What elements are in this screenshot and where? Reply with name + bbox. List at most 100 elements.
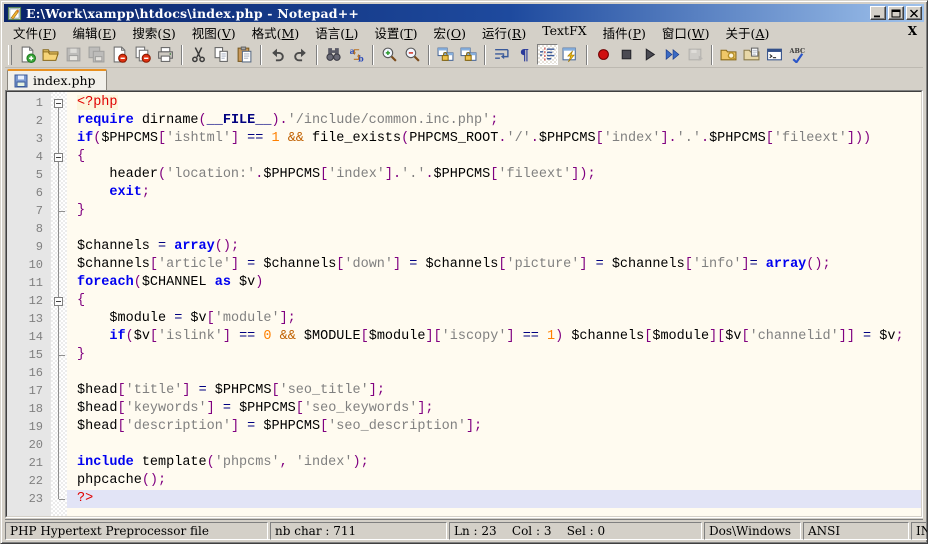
fold-marker	[51, 130, 67, 148]
open-icon	[42, 46, 59, 63]
replace-button[interactable]: ab	[346, 44, 367, 65]
fold-marker	[51, 238, 67, 256]
editor-line-15: 15}	[7, 346, 921, 364]
close-all-button[interactable]	[132, 44, 153, 65]
code-line-4[interactable]: {	[67, 148, 921, 166]
paste-button[interactable]	[234, 44, 255, 65]
save-all-button[interactable]	[86, 44, 107, 65]
show-indent-guide-button[interactable]	[537, 44, 558, 65]
toolbar-separator	[586, 45, 588, 65]
fold-marker[interactable]	[51, 292, 67, 310]
play-icon	[641, 46, 658, 63]
code-line-5[interactable]: header('location:'.$PHPCMS['index'].'.'.…	[67, 166, 921, 184]
menu-item-s[interactable]: 搜索(S)	[124, 22, 183, 43]
fold-marker	[51, 454, 67, 472]
minimize-button[interactable]	[870, 6, 886, 20]
code-line-2[interactable]: require dirname(__FILE__).'/include/comm…	[67, 112, 921, 130]
close-file-button[interactable]	[109, 44, 130, 65]
code-line-22[interactable]: phpcache();	[67, 472, 921, 490]
menu-item-o[interactable]: 宏(O)	[425, 22, 474, 43]
open-containing-folder-button[interactable]	[718, 44, 739, 65]
fold-marker[interactable]	[51, 94, 67, 112]
stop-macro-button[interactable]	[616, 44, 637, 65]
code-line-12[interactable]: {	[67, 292, 921, 310]
code-line-19[interactable]: $head['description'] = $PHPCMS['seo_desc…	[67, 418, 921, 436]
code-line-18[interactable]: $head['keywords'] = $PHPCMS['seo_keyword…	[67, 400, 921, 418]
fold-marker	[51, 400, 67, 418]
code-line-13[interactable]: $module = $v['module'];	[67, 310, 921, 328]
line-number: 19	[7, 418, 51, 436]
word-wrap-button[interactable]	[491, 44, 512, 65]
code-line-17[interactable]: $head['title'] = $PHPCMS['seo_title'];	[67, 382, 921, 400]
line-number: 11	[7, 274, 51, 292]
code-line-15[interactable]: }	[67, 346, 921, 364]
line-number: 18	[7, 400, 51, 418]
fold-marker	[51, 166, 67, 184]
open-cmd-button[interactable]	[764, 44, 785, 65]
print-button[interactable]	[155, 44, 176, 65]
editor-line-9: 9$channels = array();	[7, 238, 921, 256]
close-button[interactable]	[906, 6, 922, 20]
tab-index-php[interactable]: index.php	[7, 69, 107, 90]
spell-check-button[interactable]: ABC	[787, 44, 808, 65]
toolbar-separator	[260, 45, 262, 65]
code-line-23[interactable]: ?>	[67, 490, 921, 508]
menu-item-m[interactable]: 格式(M)	[244, 22, 308, 43]
menu-item-e[interactable]: 编辑(E)	[64, 22, 124, 43]
menu-item-r[interactable]: 运行(R)	[474, 22, 534, 43]
menu-item-a[interactable]: 关于(A)	[718, 22, 778, 43]
code-line-21[interactable]: include template('phpcms', 'index');	[67, 454, 921, 472]
code-line-14[interactable]: if($v['islink'] == 0 && $MODULE[$module]…	[67, 328, 921, 346]
fold-marker[interactable]	[51, 148, 67, 166]
menu-item-v[interactable]: 视图(V)	[184, 22, 244, 43]
code-line-1[interactable]: <?php	[67, 94, 921, 112]
code-line-11[interactable]: foreach($CHANNEL as $v)	[67, 274, 921, 292]
code-line-8[interactable]	[67, 220, 921, 238]
editor-line-2: 2require dirname(__FILE__).'/include/com…	[7, 112, 921, 130]
toolbar-separator	[372, 45, 374, 65]
zoom-out-button[interactable]	[402, 44, 423, 65]
open-file-button[interactable]	[40, 44, 61, 65]
sync-horizontal-scroll-button[interactable]	[458, 44, 479, 65]
zoom-in-button[interactable]	[379, 44, 400, 65]
editor-line-8: 8	[7, 220, 921, 238]
undo-button[interactable]	[267, 44, 288, 65]
spell-icon: ABC	[789, 46, 806, 63]
show-all-chars-button[interactable]: ¶	[514, 44, 535, 65]
record-macro-button[interactable]	[593, 44, 614, 65]
code-line-16[interactable]	[67, 364, 921, 382]
maximize-button[interactable]	[888, 6, 904, 20]
copy-button[interactable]	[211, 44, 232, 65]
menu-item-p[interactable]: 插件(P)	[595, 22, 654, 43]
editor[interactable]: 1<?php2require dirname(__FILE__).'/inclu…	[6, 91, 922, 517]
menu-item-t[interactable]: 设置(T)	[366, 22, 425, 43]
folder-as-workspace-button[interactable]	[741, 44, 762, 65]
line-number: 3	[7, 130, 51, 148]
new-file-button[interactable]	[17, 44, 38, 65]
code-line-3[interactable]: if($PHPCMS['ishtml'] == 1 && file_exists…	[67, 130, 921, 148]
editor-line-10: 10$channels['article'] = $channels['down…	[7, 256, 921, 274]
run-macro-multiple-button[interactable]	[662, 44, 683, 65]
sync-vertical-scroll-button[interactable]	[435, 44, 456, 65]
cut-button[interactable]	[188, 44, 209, 65]
function-completion-button[interactable]	[560, 44, 581, 65]
editor-line-7: 7}	[7, 202, 921, 220]
code-line-10[interactable]: $channels['article'] = $channels['down']…	[67, 256, 921, 274]
save-macro-button[interactable]	[685, 44, 706, 65]
menu-item-f[interactable]: 文件(F)	[5, 22, 64, 43]
menu-item-l[interactable]: 语言(L)	[307, 22, 366, 43]
play-macro-button[interactable]	[639, 44, 660, 65]
status-bar: PHP Hypertext Preprocessor file nb char …	[5, 519, 923, 540]
code-line-20[interactable]	[67, 436, 921, 454]
line-number: 22	[7, 472, 51, 490]
code-line-7[interactable]: }	[67, 202, 921, 220]
save-file-button[interactable]	[63, 44, 84, 65]
close-document-x[interactable]: X	[908, 24, 917, 38]
menu-item-w[interactable]: 窗口(W)	[654, 22, 718, 43]
find-button[interactable]	[323, 44, 344, 65]
menu-item-textfx[interactable]: TextFX	[534, 22, 594, 43]
fold-marker	[51, 310, 67, 328]
code-line-9[interactable]: $channels = array();	[67, 238, 921, 256]
code-line-6[interactable]: exit;	[67, 184, 921, 202]
redo-button[interactable]	[290, 44, 311, 65]
